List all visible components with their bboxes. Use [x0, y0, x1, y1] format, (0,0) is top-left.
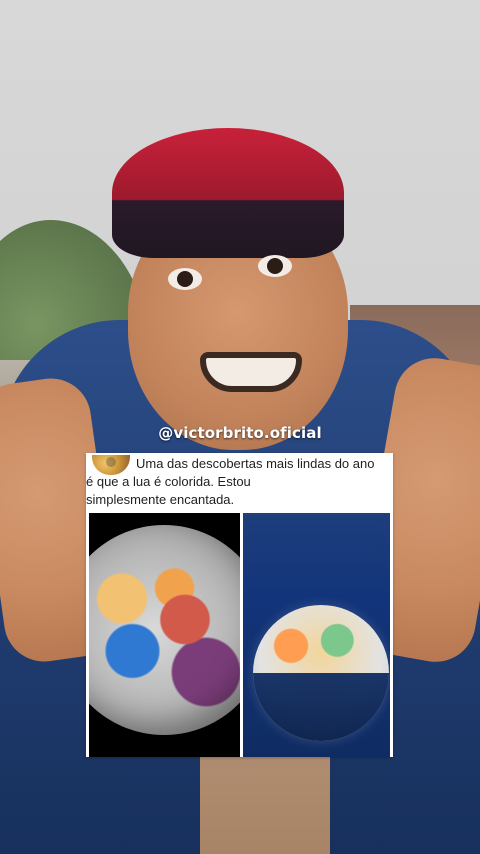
- moon-shadow: [253, 673, 389, 741]
- avatar: [92, 455, 130, 475]
- creator-handle: @victorbrito.oficial: [158, 424, 322, 442]
- caption-line-1: Uma das descobertas mais lindas do ano: [136, 456, 375, 471]
- right-eye: [258, 255, 292, 277]
- left-eye: [168, 268, 202, 290]
- red-cap: [112, 128, 344, 258]
- post-images: [86, 513, 393, 757]
- post-caption: Uma das descobertas mais lindas do ano é…: [86, 455, 388, 509]
- colorful-moon: [89, 525, 240, 735]
- screenshot-post-card: Uma das descobertas mais lindas do ano é…: [86, 453, 393, 757]
- blue-sky-moon-image: [243, 513, 390, 757]
- colorful-moon-image: [89, 513, 240, 757]
- smiling-mouth: [200, 352, 302, 392]
- caption-line-3: simplesmente encantada.: [86, 492, 235, 507]
- caption-line-2: é que a lua é colorida. Estou: [86, 474, 251, 489]
- post-header: Uma das descobertas mais lindas do ano é…: [86, 453, 393, 511]
